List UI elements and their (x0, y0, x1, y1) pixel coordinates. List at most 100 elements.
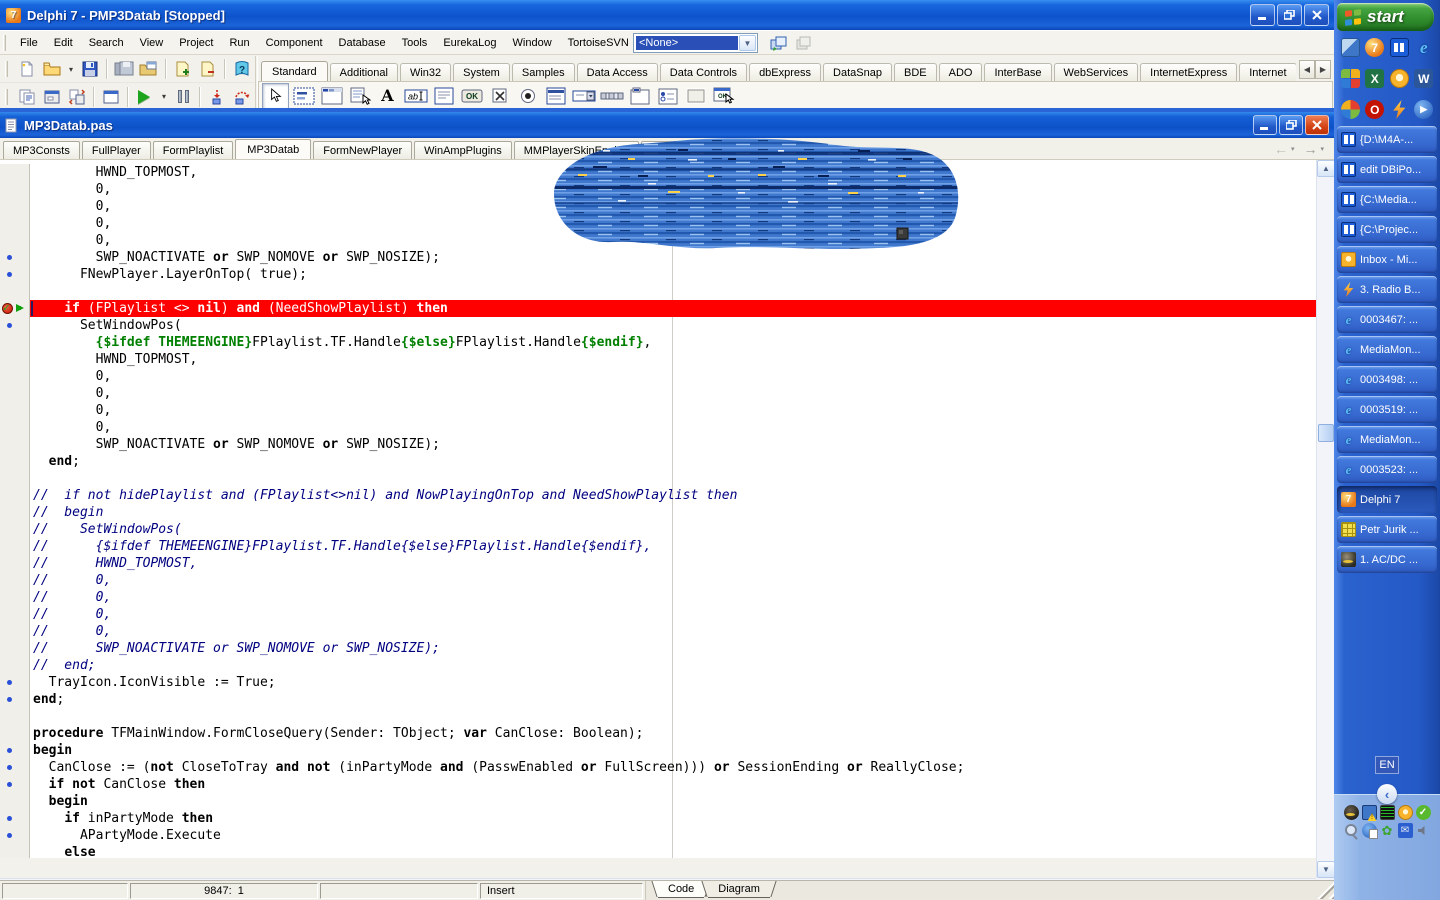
component-button-icon[interactable]: OK (458, 83, 485, 109)
code-line[interactable]: if inPartyMode then (0, 810, 1316, 827)
main-titlebar[interactable]: 7 Delphi 7 - PMP3Datab [Stopped] (0, 0, 1334, 30)
code-line[interactable]: end; (0, 453, 1316, 470)
gutter[interactable] (0, 572, 30, 589)
gutter[interactable] (0, 708, 30, 725)
code-text[interactable]: // end; (30, 657, 1316, 674)
quicklaunch-outlook-icon[interactable] (1390, 69, 1409, 91)
code-line[interactable]: HWND_TOPMOST, (0, 351, 1316, 368)
gutter[interactable] (0, 742, 30, 759)
palette-tab-internetexpress[interactable]: InternetExpress (1140, 63, 1237, 81)
code-text[interactable]: procedure TFMainWindow.FormCloseQuery(Se… (30, 725, 1316, 742)
code-line[interactable]: // HWND_TOPMOST, (0, 555, 1316, 572)
code-line[interactable]: SWP_NOACTIVATE or SWP_NOMOVE or SWP_NOSI… (0, 436, 1316, 453)
taskbar-button[interactable]: eMediaMon... (1337, 426, 1437, 453)
component-list-box-icon[interactable] (542, 83, 569, 109)
new-form-button[interactable] (99, 85, 123, 108)
view-form-button[interactable] (40, 85, 64, 108)
code-line[interactable]: // {$ifdef THEMEENGINE}FPlaylist.TF.Hand… (0, 538, 1316, 555)
quicklaunch-show-desktop-icon[interactable] (1341, 38, 1360, 60)
menu-edit[interactable]: Edit (46, 33, 81, 53)
editor-minimize-button[interactable] (1253, 115, 1277, 135)
quicklaunch-delphi-icon[interactable]: 7 (1365, 38, 1384, 60)
palette-scroll-right-icon[interactable]: ▶ (1315, 60, 1331, 79)
gutter[interactable] (0, 436, 30, 453)
gutter[interactable] (0, 555, 30, 572)
pause-button[interactable] (171, 85, 195, 108)
trace-into-button[interactable] (205, 85, 229, 108)
gutter[interactable] (0, 334, 30, 351)
gutter[interactable] (0, 776, 30, 793)
code-line[interactable] (0, 708, 1316, 725)
taskbar-button[interactable]: {C:\Projec... (1337, 216, 1437, 243)
palette-tab-standard[interactable]: Standard (261, 61, 328, 81)
open-arrow-button[interactable]: ▾ (65, 58, 77, 81)
taskbar-button[interactable]: 7Delphi 7 (1337, 486, 1437, 513)
new-button[interactable] (15, 58, 39, 81)
code-text[interactable]: end; (30, 691, 1316, 708)
toolbar-grip[interactable] (5, 61, 8, 77)
code-line[interactable]: CanClose := (not CloseToTray and not (in… (0, 759, 1316, 776)
tab-scroll-right-icon[interactable]: → (1303, 143, 1317, 155)
palette-tab-samples[interactable]: Samples (512, 63, 575, 81)
view-unit-button[interactable] (15, 85, 39, 108)
gutter[interactable] (0, 725, 30, 742)
taskbar-button[interactable]: {D:\M4A-... (1337, 126, 1437, 153)
gutter[interactable] (0, 589, 30, 606)
gutter[interactable] (0, 402, 30, 419)
component-label-icon[interactable]: A (374, 83, 401, 109)
menu-database[interactable]: Database (331, 33, 394, 53)
code-text[interactable]: 0, (30, 368, 1316, 385)
palette-tab-ado[interactable]: ADO (939, 63, 983, 81)
tray-magnifier-icon[interactable] (1344, 823, 1359, 838)
code-text[interactable]: TrayIcon.IconVisible := True; (30, 674, 1316, 691)
unit-tab-winampplugins[interactable]: WinAmpPlugins (414, 141, 512, 159)
quicklaunch-word-icon[interactable]: W (1414, 69, 1433, 91)
gutter[interactable] (0, 317, 30, 334)
code-text[interactable]: else (30, 844, 1316, 858)
code-text[interactable]: 0, (30, 402, 1316, 419)
quicklaunch-media-player-icon[interactable]: ▶ (1414, 100, 1433, 122)
save-button[interactable] (78, 58, 102, 81)
code-text[interactable]: CanClose := (not CloseToTray and not (in… (30, 759, 1316, 776)
unit-tab-formnewplayer[interactable]: FormNewPlayer (313, 141, 412, 159)
code-text[interactable]: FNewPlayer.LayerOnTop( true); (30, 266, 1316, 283)
quicklaunch-internet-explorer-icon[interactable]: e (1414, 38, 1433, 60)
code-text[interactable]: if (FPlaylist <> nil) and (NeedShowPlayl… (30, 300, 1316, 317)
code-lines[interactable]: HWND_TOPMOST, 0, 0, 0, 0, SWP_NOACTIVATE… (0, 160, 1316, 858)
code-line[interactable]: {$ifdef THEMEENGINE}FPlaylist.TF.Handle{… (0, 334, 1316, 351)
gutter[interactable] (0, 419, 30, 436)
palette-tab-win32[interactable]: Win32 (400, 63, 451, 81)
code-line[interactable]: if not CanClose then (0, 776, 1316, 793)
taskbar-button[interactable]: {C:\Media... (1337, 186, 1437, 213)
gutter[interactable] (0, 368, 30, 385)
vertical-scroll-thumb[interactable] (1318, 424, 1334, 442)
code-text[interactable] (30, 470, 1316, 487)
close-button[interactable] (1304, 4, 1329, 26)
component-combo-box-icon[interactable] (570, 83, 597, 109)
code-line[interactable]: 0, (0, 419, 1316, 436)
gutter[interactable] (0, 487, 30, 504)
code-text[interactable]: SWP_NOACTIVATE or SWP_NOMOVE or SWP_NOSI… (30, 436, 1316, 453)
code-line[interactable]: procedure TFMainWindow.FormCloseQuery(Se… (0, 725, 1316, 742)
gutter[interactable] (0, 164, 30, 181)
code-text[interactable]: // SWP_NOACTIVATE or SWP_NOMOVE or SWP_N… (30, 640, 1316, 657)
gutter[interactable] (0, 640, 30, 657)
code-text[interactable] (30, 283, 1316, 300)
tray-globe-page-icon[interactable] (1362, 823, 1377, 838)
toggle-form-unit-button[interactable] (65, 85, 89, 108)
scroll-up-icon[interactable]: ▲ (1317, 160, 1335, 177)
menu-eurekalog[interactable]: EurekaLog (435, 33, 504, 53)
quicklaunch-excel-icon[interactable]: X (1365, 69, 1384, 91)
code-text[interactable]: begin (30, 742, 1316, 759)
palette-tab-additional[interactable]: Additional (330, 63, 398, 81)
code-line[interactable]: begin (0, 742, 1316, 759)
gutter[interactable] (0, 521, 30, 538)
component-pointer[interactable] (262, 83, 289, 109)
gutter[interactable] (0, 283, 30, 300)
run-arrow-button[interactable]: ▾ (158, 85, 170, 108)
editor-restore-button[interactable] (1279, 115, 1303, 135)
add-file-button[interactable] (171, 58, 195, 81)
gutter[interactable] (0, 538, 30, 555)
code-line[interactable]: // SWP_NOACTIVATE or SWP_NOMOVE or SWP_N… (0, 640, 1316, 657)
taskbar-button[interactable]: e0003519: ... (1337, 396, 1437, 423)
